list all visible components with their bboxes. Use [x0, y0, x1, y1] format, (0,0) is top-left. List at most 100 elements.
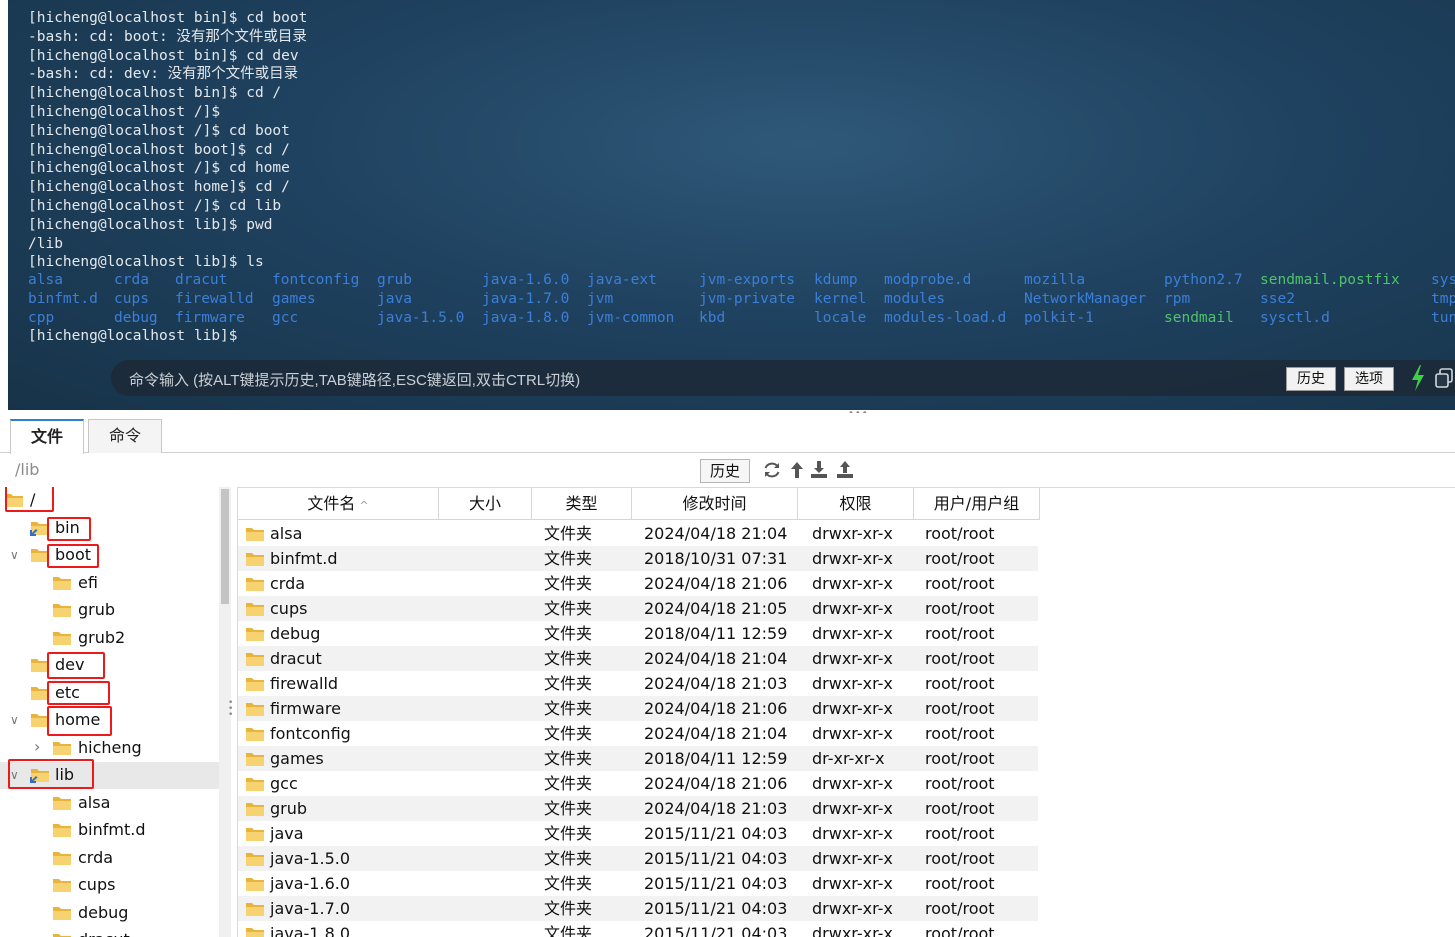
- column-header[interactable]: 用户/用户组: [914, 488, 1040, 520]
- table-row[interactable]: cups 文件夹 2024/04/18 21:05 drwxr-xr-x root/ro…: [238, 596, 1038, 621]
- file-name: cups: [270, 599, 308, 618]
- tree-item[interactable]: bin: [0, 515, 219, 542]
- ls-entry: NetworkManager: [1024, 290, 1147, 307]
- tree-item[interactable]: dracut: [0, 927, 219, 937]
- table-row[interactable]: crda 文件夹 2024/04/18 21:06 drwxr-xr-x root/ro…: [238, 571, 1038, 596]
- file-name: java-1.5.0: [270, 849, 351, 868]
- file-table[interactable]: 文件名 ^ 大小 类型 修改时间 权限 用户/用户组 alsa 文件夹 2024/04/18 2…: [237, 487, 1455, 937]
- up-dir-icon[interactable]: [787, 460, 807, 480]
- refresh-icon[interactable]: [762, 460, 782, 480]
- tree-item[interactable]: debug: [0, 900, 219, 927]
- file-modified: 2015/11/21 04:03: [644, 924, 788, 937]
- tree-scrollbar-thumb[interactable]: [221, 489, 229, 604]
- table-row[interactable]: firewalld 文件夹 2024/04/18 21:03 drwxr-xr-x ro…: [238, 671, 1038, 696]
- vertical-splitter[interactable]: • • •: [228, 699, 233, 720]
- terminal-pane[interactable]: [hicheng@localhost bin]$ cd boot -bash: c…: [8, 0, 1455, 410]
- command-history-button[interactable]: 历史: [1286, 367, 1336, 391]
- tree-item-label: grub: [78, 600, 116, 619]
- terminal-line: /lib: [28, 235, 63, 252]
- table-row[interactable]: java-1.6.0 文件夹 2015/11/21 04:03 drwxr-xr-x r…: [238, 871, 1038, 896]
- copy-icon[interactable]: [1434, 368, 1454, 388]
- file-modified: 2018/04/11 12:59: [644, 749, 788, 768]
- highlight-box: [8, 759, 94, 789]
- terminal-line: [hicheng@localhost /]$: [28, 103, 221, 120]
- directory-tree[interactable]: / bin ∨ boot efi grub grub2 dev etc ∨ home › hicheng…: [0, 487, 232, 937]
- command-input[interactable]: 命令输入 (按ALT键提示历史,TAB键路径,ESC键返回,双击CTRL切换): [129, 369, 580, 390]
- file-modified: 2024/04/18 21:04: [644, 524, 788, 543]
- table-row[interactable]: java 文件夹 2015/11/21 04:03 drwxr-xr-x root/ro…: [238, 821, 1038, 846]
- table-row[interactable]: grub 文件夹 2024/04/18 21:03 drwxr-xr-x root/ro…: [238, 796, 1038, 821]
- file-name: grub: [270, 799, 308, 818]
- table-row[interactable]: games 文件夹 2018/04/11 12:59 dr-xr-xr-x root/r…: [238, 746, 1038, 771]
- tree-item[interactable]: › hicheng: [0, 735, 219, 762]
- folder-icon: [53, 742, 71, 755]
- file-permissions: drwxr-xr-x: [812, 599, 893, 618]
- folder-icon: [246, 778, 264, 791]
- file-owner: root/root: [925, 924, 995, 937]
- file-permissions: drwxr-xr-x: [812, 549, 893, 568]
- ls-entry: debug: [114, 309, 158, 326]
- column-header[interactable]: 文件名 ^: [238, 488, 439, 520]
- column-header[interactable]: 类型: [532, 488, 632, 520]
- folder-icon: [246, 528, 264, 541]
- tree-item[interactable]: grub2: [0, 625, 219, 652]
- folder-icon: [246, 653, 264, 666]
- chevron-down-icon[interactable]: ∨: [10, 548, 19, 562]
- table-row[interactable]: java-1.5.0 文件夹 2015/11/21 04:03 drwxr-xr-x r…: [238, 846, 1038, 871]
- file-permissions: drwxr-xr-x: [812, 874, 893, 893]
- table-row[interactable]: debug 文件夹 2018/04/11 12:59 drwxr-xr-x root/r…: [238, 621, 1038, 646]
- terminal-line: [hicheng@localhost bin]$ cd /: [28, 85, 282, 102]
- folder-icon: [246, 903, 264, 916]
- table-row[interactable]: java-1.8.0 文件夹 2015/11/21 04:03 drwxr-xr-x r…: [238, 921, 1038, 937]
- tree-item[interactable]: grub: [0, 597, 219, 624]
- column-header[interactable]: 修改时间: [632, 488, 798, 520]
- folder-icon: [53, 879, 71, 892]
- table-row[interactable]: fontconfig 文件夹 2024/04/18 21:04 drwxr-xr-x r…: [238, 721, 1038, 746]
- tree-item[interactable]: binfmt.d: [0, 817, 219, 844]
- ls-entry: kernel: [814, 290, 867, 307]
- column-header-label: 大小: [468, 494, 501, 513]
- tree-item[interactable]: cups: [0, 872, 219, 899]
- chevron-down-icon[interactable]: ∨: [10, 713, 19, 727]
- tree-item[interactable]: dev: [0, 652, 219, 679]
- table-row[interactable]: firmware 文件夹 2024/04/18 21:06 drwxr-xr-x roo…: [238, 696, 1038, 721]
- table-row[interactable]: java-1.7.0 文件夹 2015/11/21 04:03 drwxr-xr-x r…: [238, 896, 1038, 921]
- highlight-box: [47, 706, 112, 736]
- command-options-button[interactable]: 选项: [1344, 367, 1394, 391]
- table-row[interactable]: gcc 文件夹 2024/04/18 21:06 drwxr-xr-x root/roo…: [238, 771, 1038, 796]
- ls-entry: sse2: [1260, 290, 1295, 307]
- file-type: 文件夹: [544, 849, 593, 868]
- tree-item[interactable]: alsa: [0, 790, 219, 817]
- ls-entry: jvm-exports: [699, 272, 796, 288]
- column-header-label: 权限: [839, 494, 872, 513]
- chevron-right-icon[interactable]: ›: [34, 737, 40, 756]
- column-header[interactable]: 大小: [439, 488, 532, 520]
- command-input-bar[interactable]: 命令输入 (按ALT键提示历史,TAB键路径,ESC键返回,双击CTRL切换) …: [111, 360, 1455, 396]
- tab-files[interactable]: 文件: [10, 419, 84, 454]
- ls-entry: java-ext: [587, 272, 657, 288]
- path-input[interactable]: /lib: [15, 460, 39, 479]
- terminal-line: [hicheng@localhost /]$ cd boot: [28, 122, 290, 139]
- file-type: 文件夹: [544, 899, 593, 918]
- sort-ascending-icon: ^: [359, 499, 369, 512]
- upload-icon[interactable]: [835, 460, 855, 480]
- download-icon[interactable]: [809, 460, 829, 480]
- tree-item[interactable]: efi: [0, 570, 219, 597]
- file-owner: root/root: [925, 674, 995, 693]
- table-row[interactable]: alsa 文件夹 2024/04/18 21:04 drwxr-xr-x root/ro…: [238, 521, 1038, 546]
- file-owner: root/root: [925, 599, 995, 618]
- table-row[interactable]: binfmt.d 文件夹 2018/10/31 07:31 drwxr-xr-x roo…: [238, 546, 1038, 571]
- path-history-button[interactable]: 历史: [700, 459, 751, 483]
- file-name: dracut: [270, 649, 322, 668]
- file-owner: root/root: [925, 874, 995, 893]
- table-row[interactable]: dracut 文件夹 2024/04/18 21:04 drwxr-xr-x root/…: [238, 646, 1038, 671]
- file-modified: 2015/11/21 04:03: [644, 824, 788, 843]
- folder-icon: [246, 753, 264, 766]
- file-owner: root/root: [925, 574, 995, 593]
- tree-item[interactable]: crda: [0, 845, 219, 872]
- column-header[interactable]: 权限: [798, 488, 914, 520]
- ls-entry: locale: [814, 309, 867, 326]
- tab-commands[interactable]: 命令: [88, 419, 162, 453]
- bolt-icon[interactable]: [1410, 365, 1426, 391]
- tree-item[interactable]: ∨ boot: [0, 542, 219, 569]
